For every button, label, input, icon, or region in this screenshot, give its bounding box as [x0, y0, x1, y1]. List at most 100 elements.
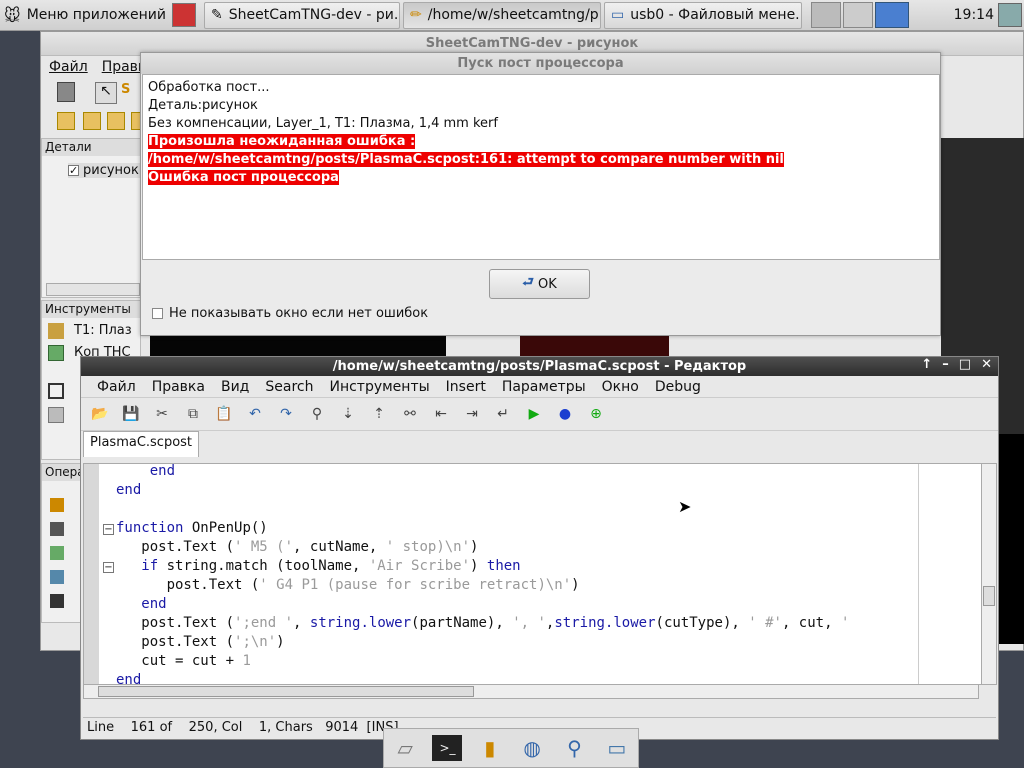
code-line: end — [116, 672, 142, 685]
code-line: cut = cut + 1 — [116, 653, 251, 669]
workspace-1[interactable] — [811, 2, 841, 28]
pencil-icon: ✏ — [410, 7, 422, 23]
add-part-icon[interactable] — [57, 112, 75, 130]
app-menu-button[interactable]: 🐭 Меню приложений — [0, 0, 172, 30]
code-hscrollbar[interactable] — [83, 684, 979, 699]
save-icon[interactable]: 💾 — [122, 405, 140, 423]
log-line: Деталь:рисунок — [148, 98, 258, 113]
menu-tools[interactable]: Инструменты — [329, 379, 429, 395]
terminal-icon[interactable]: >_ — [432, 735, 463, 761]
tool-op-icon — [50, 594, 64, 608]
redo-icon[interactable]: ↷ — [277, 405, 295, 423]
folder-icon: ▭ — [611, 7, 625, 23]
add-part2-icon[interactable] — [83, 112, 101, 130]
operations-header: Опера — [42, 464, 80, 481]
editor-menubar: Файл Правка Вид Search Инструменты Inser… — [81, 376, 998, 398]
breakpoint-icon[interactable]: ● — [556, 405, 574, 423]
web-browser-icon[interactable]: ◍ — [517, 735, 547, 761]
select-tool-icon[interactable]: S — [121, 82, 141, 104]
editor-toolbar: 📂 💾 ✂ ⧉ 📋 ↶ ↷ ⚲ ⇣ ⇡ ⚯ ⇤ ⇥ ↵ ▶ ● ⊕ — [81, 398, 998, 431]
replace-icon[interactable]: ⚯ — [401, 405, 419, 423]
window-controls: ↑ – □ ✕ — [921, 357, 992, 372]
fold-marker[interactable]: − — [103, 524, 114, 535]
ok-button[interactable]: ⮐ OK — [489, 269, 590, 299]
menu-file[interactable]: Файл — [49, 59, 88, 75]
task-sheetcam[interactable]: ✎ SheetCamTNG-dev - ри... — [204, 1, 400, 29]
network-icon[interactable] — [998, 3, 1022, 27]
file-manager-icon[interactable]: ▮ — [475, 735, 505, 761]
error-line: Ошибка пост процессора — [148, 170, 339, 185]
tab-plasmac[interactable]: PlasmaC.scpost — [83, 431, 200, 457]
add-icon[interactable]: ⊕ — [587, 405, 605, 423]
vscroll-thumb[interactable] — [983, 586, 995, 606]
find-icon[interactable]: ⚲ — [308, 405, 326, 423]
canvas-right-2 — [999, 434, 1024, 644]
log-line: Обработка пост... — [148, 80, 270, 95]
logout-icon[interactable] — [172, 3, 196, 27]
task-editor[interactable]: ✏ /home/w/sheetcamtng/p... — [403, 1, 601, 29]
error-line: /home/w/sheetcamtng/posts/PlasmaC.scpost… — [148, 152, 784, 167]
editor-title: /home/w/sheetcamtng/posts/PlasmaC.scpost… — [332, 359, 747, 374]
indent-icon[interactable]: ⇥ — [463, 405, 481, 423]
wrap-icon[interactable]: ↵ — [494, 405, 512, 423]
cut-icon[interactable]: ✂ — [153, 405, 171, 423]
undo-icon[interactable]: ↶ — [246, 405, 264, 423]
parts-hscrollbar[interactable] — [46, 283, 140, 296]
code-line: function OnPenUp() — [116, 520, 268, 536]
postprocessor-dialog: Пуск пост процессора Обработка пост... Д… — [140, 52, 941, 336]
find-prev-icon[interactable]: ⇡ — [370, 405, 388, 423]
code-vscrollbar[interactable] — [981, 463, 997, 685]
code-line: post.Text (';end ', string.lower(partNam… — [116, 615, 850, 631]
search-icon[interactable]: ⚲ — [559, 735, 589, 761]
tool-item[interactable]: T1: Плаз — [74, 323, 132, 338]
gcode-op-icon — [50, 546, 64, 560]
menu-window[interactable]: Окно — [602, 379, 639, 395]
add-part3-icon[interactable] — [107, 112, 125, 130]
menu-edit[interactable]: Правка — [152, 379, 205, 395]
close-icon[interactable]: ✕ — [981, 357, 992, 372]
folder-icon[interactable]: ▭ — [602, 735, 632, 761]
hscroll-thumb[interactable] — [98, 686, 474, 697]
menu-insert[interactable]: Insert — [446, 379, 486, 395]
table-icon — [48, 383, 64, 399]
checkbox-checked-icon[interactable]: ✓ — [68, 165, 79, 176]
parts-header: Детали — [42, 139, 140, 156]
fold-gutter — [84, 464, 99, 684]
workspace-2[interactable] — [843, 2, 873, 28]
return-arrow-icon: ⮐ — [522, 275, 534, 290]
pointer-icon[interactable]: ↖ — [95, 82, 117, 104]
editor-tabbar: PlasmaC.scpost — [81, 431, 998, 457]
code-editor[interactable]: − − end end function OnPenUp() post.Text … — [83, 463, 996, 685]
paste-icon[interactable]: 📋 — [215, 405, 233, 423]
image-op-icon — [50, 570, 64, 584]
log-line: Без компенсации, Layer_1, T1: Плазма, 1,… — [148, 116, 498, 131]
show-desktop-icon[interactable]: ▱ — [390, 735, 420, 761]
open-icon[interactable]: 📂 — [91, 405, 109, 423]
run-icon[interactable]: ▶ — [525, 405, 543, 423]
workspace-switcher[interactable] — [811, 2, 909, 28]
shade-icon[interactable]: ↑ — [921, 357, 932, 372]
find-next-icon[interactable]: ⇣ — [339, 405, 357, 423]
task-file-manager[interactable]: ▭ usb0 - Файловый мене... — [604, 1, 802, 29]
menu-file[interactable]: Файл — [97, 379, 136, 395]
menu-settings[interactable]: Параметры — [502, 379, 586, 395]
menu-debug[interactable]: Debug — [655, 379, 701, 395]
calculator-icon[interactable] — [57, 82, 75, 102]
fold-marker[interactable]: − — [103, 562, 114, 573]
editor-window: /home/w/sheetcamtng/posts/PlasmaC.scpost… — [80, 356, 999, 740]
code-line: if string.match (toolName, 'Air Scribe')… — [141, 558, 521, 574]
copy-icon[interactable]: ⧉ — [184, 405, 202, 423]
maximize-icon[interactable]: □ — [959, 357, 971, 372]
minimize-icon[interactable]: – — [942, 357, 949, 372]
canvas-area-red — [520, 336, 669, 358]
menu-view[interactable]: Вид — [221, 379, 249, 395]
workspace-3[interactable] — [875, 2, 909, 28]
pen-icon: ✎ — [211, 7, 223, 23]
menu-search[interactable]: Search — [265, 379, 313, 395]
checkbox-box[interactable] — [152, 308, 163, 319]
outdent-icon[interactable]: ⇤ — [432, 405, 450, 423]
hide-if-no-errors-checkbox[interactable]: Не показывать окно если нет ошибок — [152, 306, 428, 321]
part-item[interactable]: ✓ рисунок — [68, 163, 141, 178]
cut-icon — [50, 522, 64, 536]
